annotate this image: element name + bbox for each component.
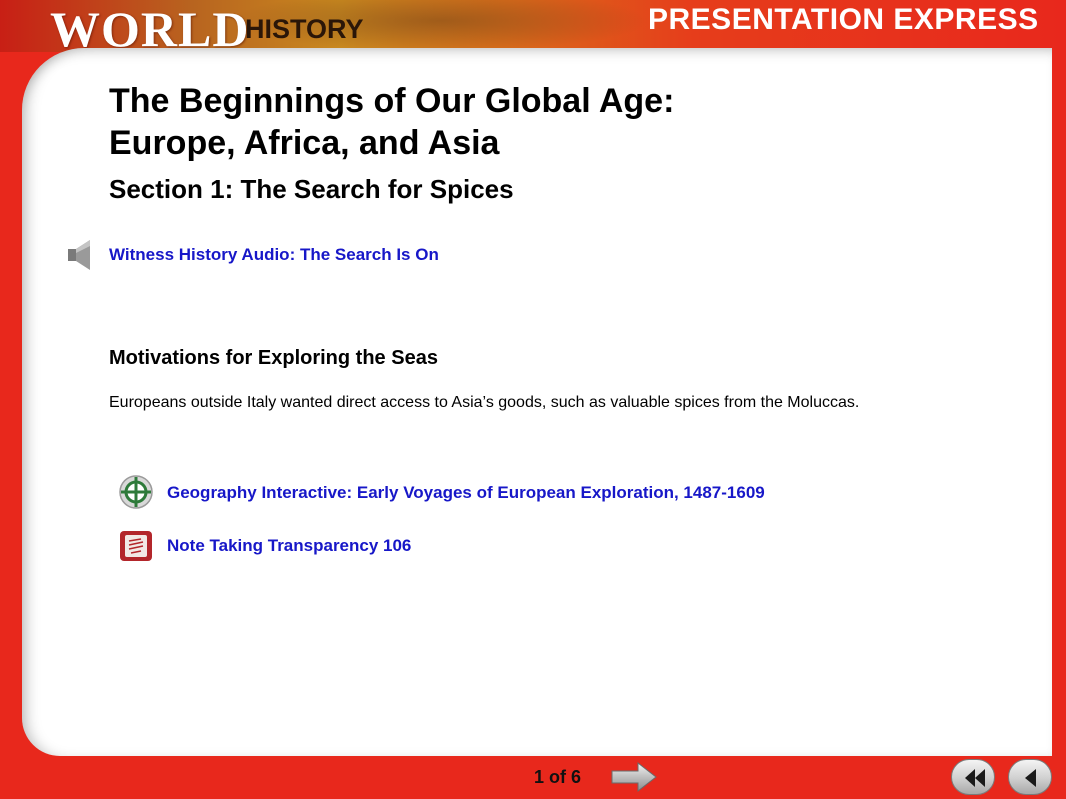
rewind-icon [965, 769, 985, 787]
header-banner: WORLD HISTORY PRESENTATION EXPRESS [0, 0, 1066, 57]
slide-title-line-2: Europe, Africa, and Asia [109, 124, 500, 162]
slide-title: The Beginnings of Our Global Age: Europe… [109, 80, 909, 164]
body-text: Europeans outside Italy wanted direct ac… [109, 394, 860, 411]
topic-heading: Motivations for Exploring the Seas [109, 347, 438, 369]
next-arrow-icon[interactable] [610, 760, 658, 794]
section-heading: Section 1: The Search for Spices [109, 174, 514, 204]
first-slide-button[interactable] [951, 759, 995, 795]
previous-slide-button[interactable] [1008, 759, 1052, 795]
product-title: PRESENTATION EXPRESS [648, 3, 1039, 36]
back-icon [1025, 769, 1036, 787]
page-indicator: 1 of 6 [534, 767, 582, 787]
slide-title-line-1: The Beginnings of Our Global Age: [109, 82, 675, 120]
geography-interactive-link[interactable]: Geography Interactive: Early Voyages of … [167, 483, 765, 503]
note-taking-link[interactable]: Note Taking Transparency 106 [167, 536, 411, 556]
transparency-icon[interactable] [119, 530, 153, 562]
globe-icon[interactable] [118, 474, 154, 510]
speaker-icon[interactable] [66, 238, 94, 272]
audio-link[interactable]: Witness History Audio: The Search Is On [109, 245, 439, 265]
logo-history: HISTORY [245, 14, 364, 44]
